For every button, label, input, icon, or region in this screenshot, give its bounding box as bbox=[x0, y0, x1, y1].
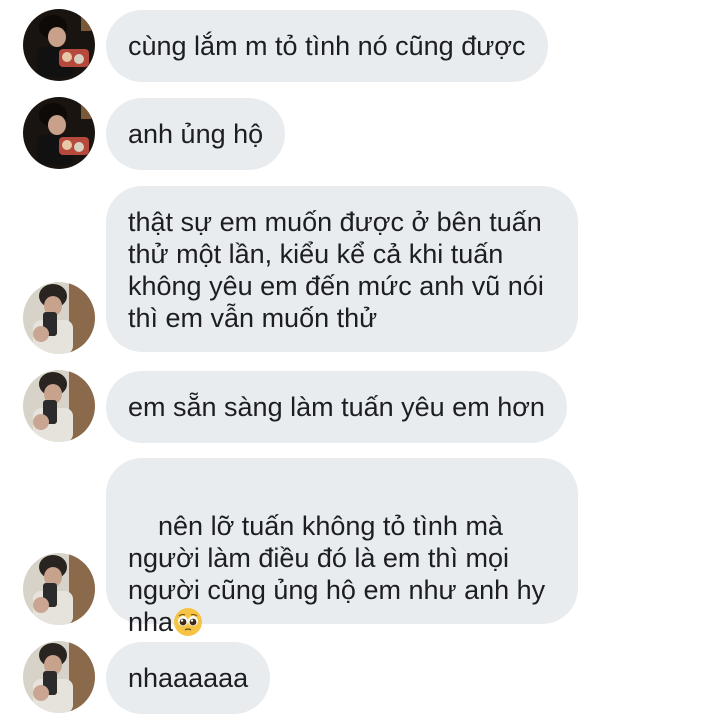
mirror-selfie-avatar[interactable] bbox=[23, 370, 95, 442]
mirror-selfie-avatar[interactable] bbox=[23, 282, 95, 354]
message-bubble[interactable]: cùng lắm m tỏ tình nó cũng được bbox=[106, 10, 548, 82]
dark-photo-avatar[interactable] bbox=[23, 97, 95, 169]
mirror-selfie-avatar[interactable] bbox=[23, 641, 95, 713]
message-bubble[interactable]: em sẵn sàng làm tuấn yêu em hơn bbox=[106, 371, 567, 443]
message-bubble[interactable]: anh ủng hộ bbox=[106, 98, 286, 170]
message-bubble[interactable]: nhaaaaaa bbox=[106, 642, 271, 714]
mirror-selfie-avatar[interactable] bbox=[23, 553, 95, 625]
pleading-face-emoji-icon bbox=[173, 607, 203, 637]
dark-photo-avatar[interactable] bbox=[23, 9, 95, 81]
message-bubble[interactable]: thật sự em muốn được ở bên tuấn thử một … bbox=[106, 186, 578, 352]
message-bubble[interactable]: nên lỡ tuấn không tỏ tình mà người làm đ… bbox=[106, 458, 578, 637]
